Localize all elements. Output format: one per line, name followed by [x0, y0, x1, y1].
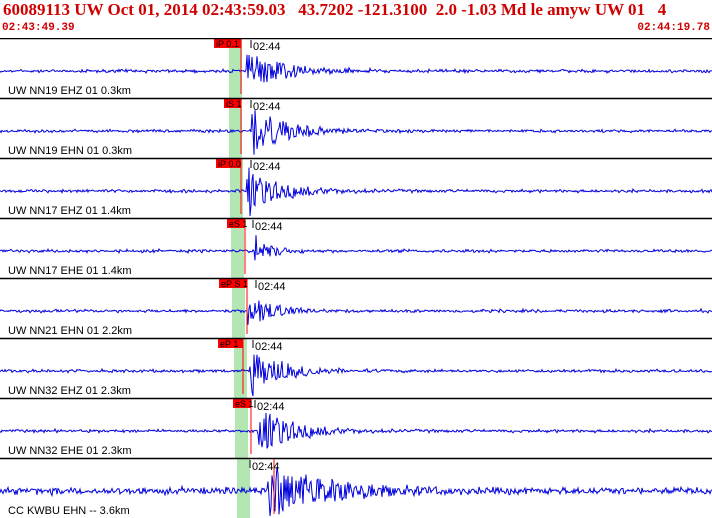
- event-header: 60089113 UW Oct 01, 2014 02:43:59.03 43.…: [0, 0, 712, 38]
- waveform-trace: [0, 54, 712, 83]
- station-label: UW NN19 EHZ 01 0.3km: [8, 85, 131, 97]
- pick-label: eP S 1: [221, 279, 248, 289]
- trace-panel: 02:44 CC KWBU EHN -- 3.6km: [0, 457, 712, 518]
- trace-panel: eP S 1 02:44 UW NN21 EHN 01 2.2km: [0, 277, 712, 338]
- event-title: 60089113 UW Oct 01, 2014 02:43:59.03 43.…: [3, 0, 667, 19]
- time-mark-label: 02:44: [252, 461, 280, 473]
- time-mark-label: 02:44: [255, 221, 283, 233]
- station-label: CC KWBU EHN -- 3.6km: [8, 505, 130, 517]
- waveform-trace: [0, 235, 712, 261]
- time-mark-label: 02:44: [253, 161, 281, 173]
- time-mark-label: 02:44: [258, 281, 286, 293]
- waveform-trace: [0, 412, 712, 449]
- waveform-trace: [0, 300, 712, 325]
- station-label: UW NN17 EHE 01 1.4km: [8, 265, 131, 277]
- station-label: UW NN32 EHE 01 2.3km: [8, 445, 131, 457]
- station-label: UW NN21 EHN 01 2.2km: [8, 325, 132, 337]
- trace-panel: iP 0.0 02:44 UW NN17 EHZ 01 1.4km: [0, 157, 712, 218]
- station-label: UW NN17 EHZ 01 1.4km: [8, 205, 131, 217]
- seismogram-panels: iP 0.1 02:44 UW NN19 EHZ 01 0.3km iS 1 02:44…: [0, 38, 712, 518]
- trace-panel: iP 0.1 02:44 UW NN19 EHZ 01 0.3km: [0, 38, 712, 98]
- pick-label: iP 0.1: [216, 39, 239, 49]
- trace-panel: iS 1 02:44 UW NN19 EHN 01 0.3km: [0, 97, 712, 158]
- window-start-time: 02:43:49.39: [2, 22, 75, 34]
- origin-time-band: [237, 458, 250, 518]
- time-mark-label: 02:44: [253, 41, 281, 53]
- pick-label: iP 0.0: [218, 159, 241, 169]
- pick-label: iS 1: [226, 99, 242, 109]
- trace-panel: eS 1 02:44 UW NN17 EHE 01 1.4km: [0, 217, 712, 278]
- pick-label: eS 1: [235, 399, 254, 409]
- pick-label: eP 1: [220, 339, 238, 349]
- time-mark-label: 02:44: [255, 341, 283, 353]
- pick-label: eS 1: [229, 219, 248, 229]
- time-mark-label: 02:44: [253, 101, 281, 113]
- window-end-time: 02:44:19.78: [637, 22, 710, 34]
- station-label: UW NN32 EHZ 01 2.3km: [8, 385, 131, 397]
- station-label: UW NN19 EHN 01 0.3km: [8, 145, 132, 157]
- time-mark-label: 02:44: [257, 401, 285, 413]
- trace-panel: eP 1 02:44 UW NN32 EHZ 01 2.3km: [0, 337, 712, 398]
- trace-panel: eS 1 02:44 UW NN32 EHE 01 2.3km: [0, 397, 712, 458]
